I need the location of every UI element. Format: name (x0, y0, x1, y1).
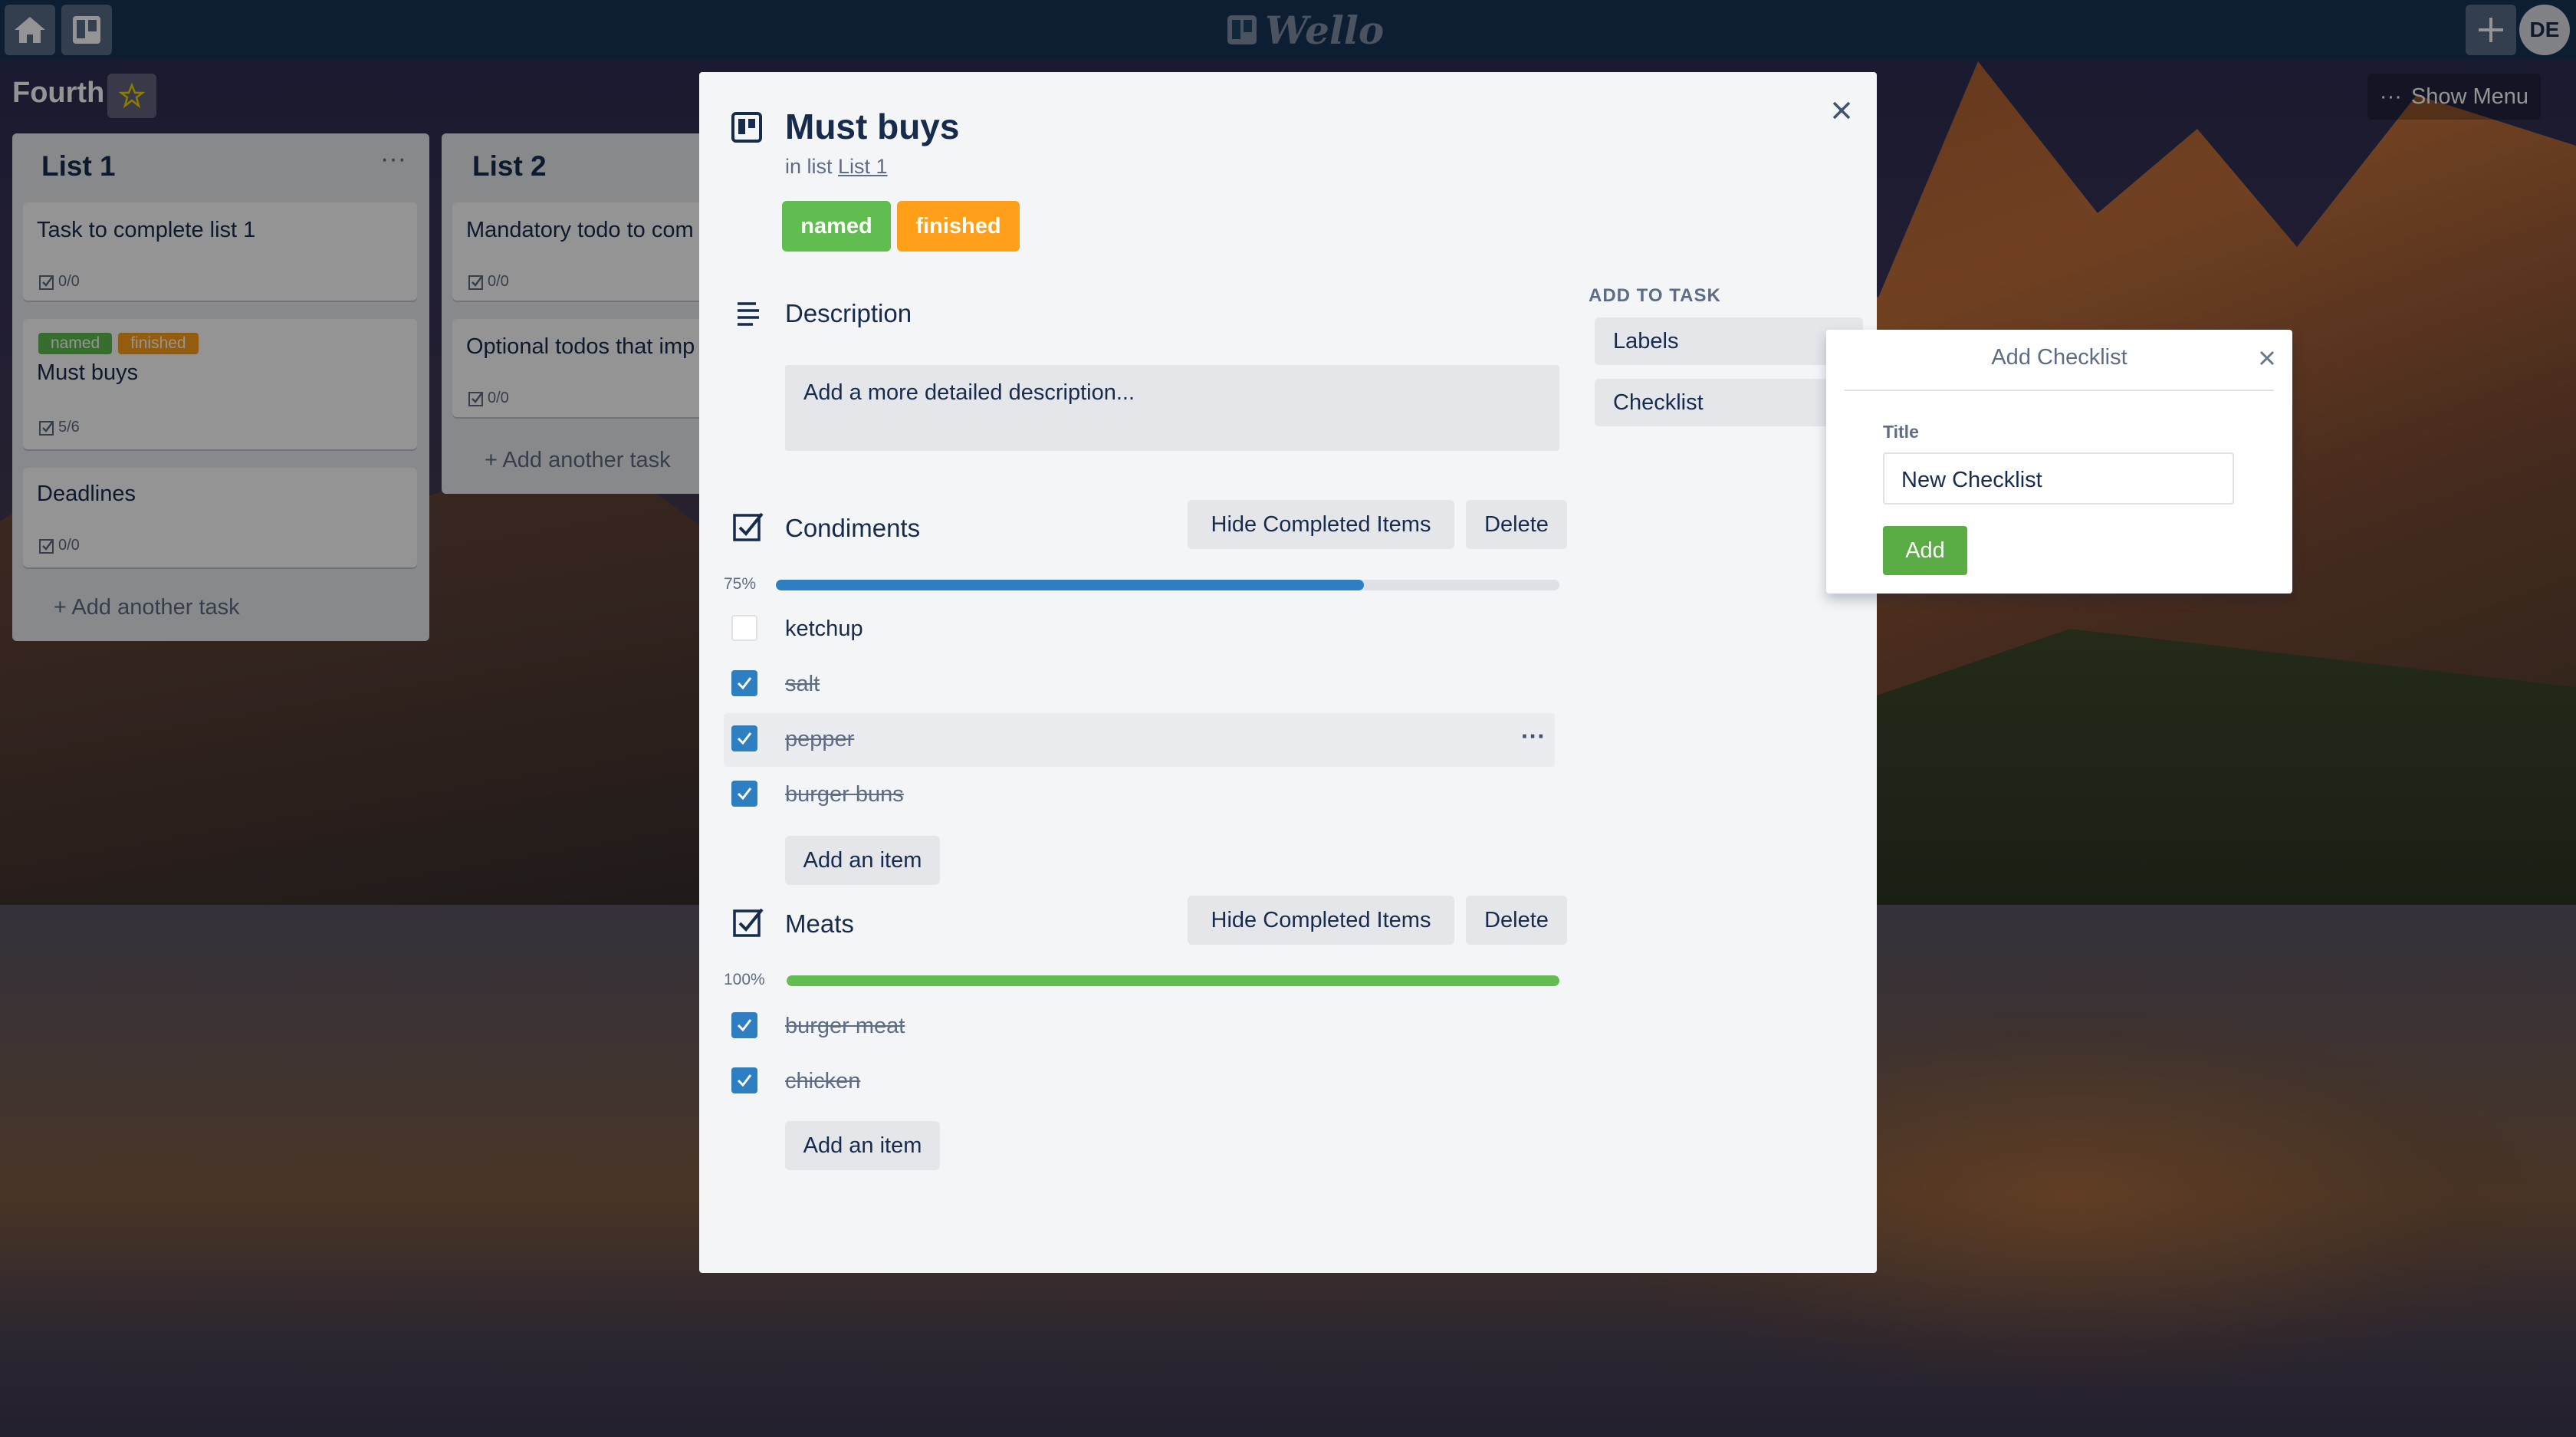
checklist-percent: 100% (724, 971, 765, 988)
checklist-progress-fill (776, 580, 1364, 590)
checklist-title[interactable]: Meats (785, 909, 854, 939)
card-detail-modal: Must buys in list List 1 named finished … (699, 72, 1877, 1273)
description-placeholder: Add a more detailed description... (803, 380, 1135, 405)
delete-checklist-button[interactable]: Delete (1466, 500, 1567, 549)
close-icon[interactable] (2256, 347, 2279, 370)
checklist-item-text[interactable]: burger meat (785, 1014, 905, 1039)
check-icon (737, 1074, 752, 1087)
close-icon[interactable] (1826, 95, 1857, 126)
checklist-icon (733, 908, 764, 937)
checklist-item-checkbox[interactable] (731, 670, 757, 696)
checklist-icon (733, 512, 764, 541)
add-checklist-popover: Add Checklist Title New Checklist Add (1826, 330, 2292, 594)
add-to-task-heading: ADD TO TASK (1589, 285, 1721, 306)
hide-completed-button[interactable]: Hide Completed Items (1188, 896, 1454, 945)
checklist-percent: 75% (724, 575, 757, 593)
label-named[interactable]: named (782, 201, 891, 252)
check-icon (737, 1019, 752, 1032)
in-list-link[interactable]: List 1 (838, 155, 888, 178)
checklist-progress-bar (776, 580, 1559, 590)
title-field-label: Title (1883, 422, 1919, 442)
add-item-button[interactable]: Add an item (785, 1121, 940, 1170)
check-icon (737, 732, 752, 745)
checklist-item-text[interactable]: burger buns (785, 782, 904, 807)
card-icon (731, 112, 762, 143)
delete-checklist-button[interactable]: Delete (1466, 896, 1567, 945)
description-icon (738, 302, 759, 326)
checklist-item-text[interactable]: ketchup (785, 617, 863, 642)
checklist-progress-bar (787, 975, 1559, 986)
checklist-button[interactable]: Checklist (1595, 379, 1863, 426)
checklist-title-value: New Checklist (1901, 468, 2042, 492)
checklist-item-checkbox[interactable] (731, 781, 757, 807)
checklist-item-checkbox[interactable] (731, 1067, 757, 1093)
checklist-item-checkbox[interactable] (731, 615, 757, 641)
checklist-title[interactable]: Condiments (785, 514, 920, 543)
checklist-item-text[interactable]: pepper (785, 727, 854, 752)
modal-title[interactable]: Must buys (785, 106, 959, 147)
description-input[interactable]: Add a more detailed description... (785, 365, 1559, 451)
add-item-button[interactable]: Add an item (785, 836, 940, 885)
hide-completed-button[interactable]: Hide Completed Items (1188, 500, 1454, 549)
add-checklist-submit-button[interactable]: Add (1883, 526, 1967, 575)
checklist-title-input[interactable]: New Checklist (1883, 452, 2234, 505)
in-list-prefix: in list (785, 155, 833, 178)
checklist-progress-fill (787, 975, 1559, 986)
in-list-line: in list List 1 (785, 155, 888, 179)
popover-title: Add Checklist (1991, 345, 2128, 370)
description-heading: Description (785, 299, 912, 327)
checklist-item-text[interactable]: salt (785, 672, 820, 697)
popover-divider (1845, 390, 2274, 391)
check-icon (737, 677, 752, 690)
checklist-item-checkbox[interactable] (731, 725, 757, 751)
check-icon (737, 788, 752, 801)
checklist-item-text[interactable]: chicken (785, 1069, 860, 1094)
labels-button[interactable]: Labels (1595, 317, 1863, 365)
label-finished[interactable]: finished (897, 201, 1020, 252)
checklist-item-checkbox[interactable] (731, 1012, 757, 1038)
item-options-icon[interactable]: ··· (1521, 722, 1546, 751)
